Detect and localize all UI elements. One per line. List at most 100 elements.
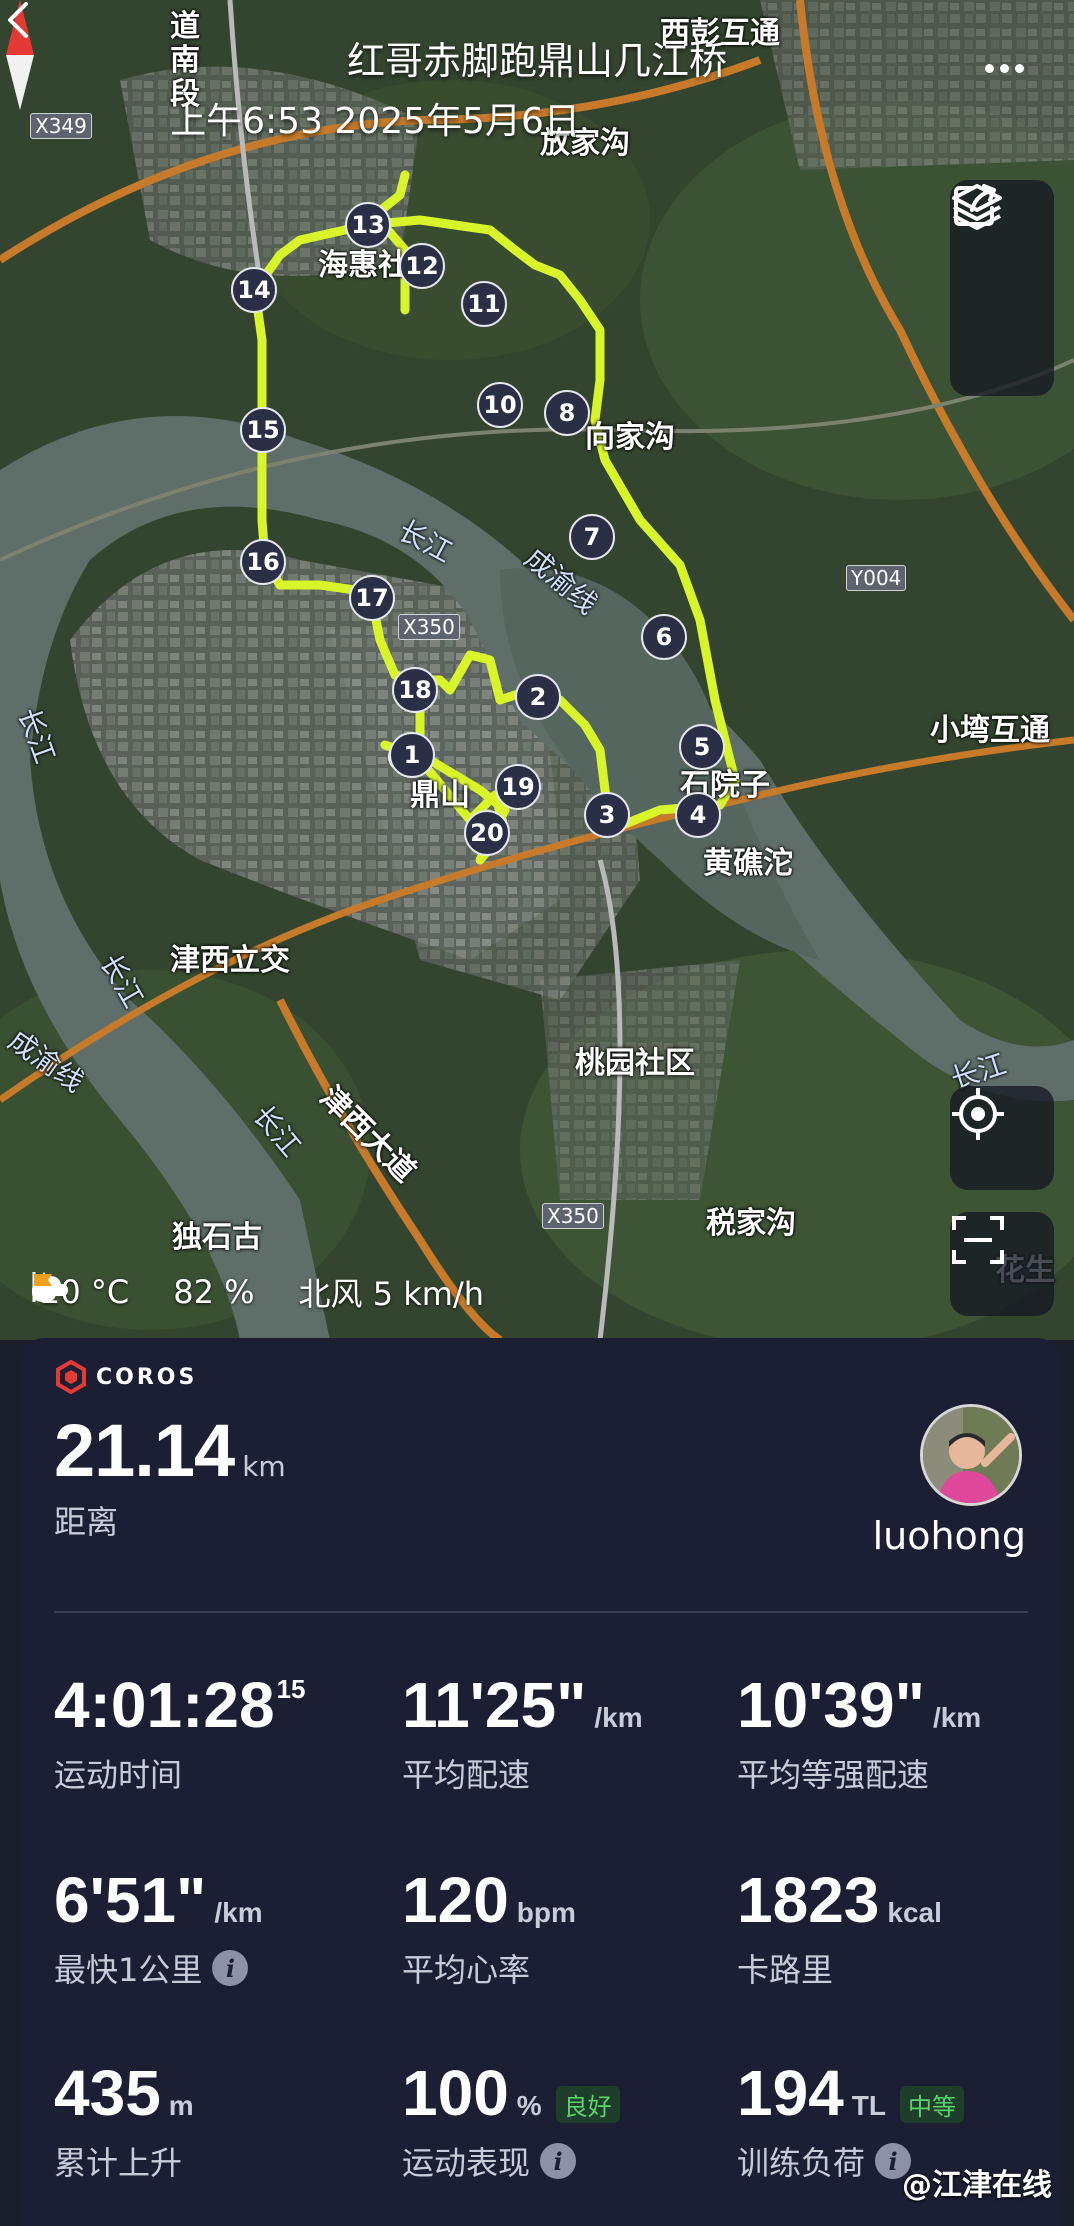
avatar[interactable]	[920, 1404, 1022, 1506]
humidity: 82 %	[173, 1273, 255, 1311]
stat-item: 435 m 累计上升	[54, 2056, 384, 2184]
stat-label: 平均等强配速	[737, 1756, 930, 1794]
waypoint-marker[interactable]: 17	[349, 575, 395, 621]
waypoint-marker[interactable]: 18	[392, 667, 438, 713]
map-label: 小塆互通	[930, 713, 1050, 748]
stat-unit: /km	[932, 1702, 982, 1733]
stat-value-row: 194 TL 中等	[737, 2056, 1067, 2130]
distance-unit: km	[242, 1450, 286, 1483]
stat-value-row: 435 m	[54, 2056, 384, 2130]
locate-button[interactable]	[950, 1086, 1054, 1190]
stat-value: 194	[737, 2057, 844, 2129]
stat-badge: 良好	[555, 2086, 620, 2123]
divider	[54, 1611, 1028, 1613]
stat-unit: kcal	[887, 1897, 942, 1928]
fit-screen-button[interactable]	[950, 1212, 1054, 1316]
wind: 北风 5 km/h	[298, 1275, 485, 1313]
header: 红哥赤脚跑鼎山几江桥 上午6:53 2025年5月6日	[0, 0, 1074, 150]
waypoint-marker[interactable]: 6	[641, 614, 687, 660]
waypoint-marker[interactable]: 11	[461, 281, 507, 327]
info-icon[interactable]: i	[212, 1950, 249, 1986]
road-shield: X350	[542, 1203, 604, 1229]
stat-label: 训练负荷	[737, 2144, 866, 2182]
weather-bar: 20 °C 82 % 北风 5 km/h	[30, 1270, 484, 1314]
waypoint-marker[interactable]: 2	[515, 674, 561, 720]
map-label: 税家沟	[706, 1206, 796, 1241]
map-label: 黄礁沱	[703, 846, 793, 881]
stat-unit: /km	[594, 1702, 643, 1733]
stat-unit: TL	[851, 2090, 886, 2121]
more-icon[interactable]	[985, 58, 1035, 73]
stat-value: 120	[402, 1864, 509, 1936]
waypoint-marker[interactable]: 14	[231, 267, 277, 313]
stat-value-row: 6'51"/km	[54, 1863, 384, 1937]
info-icon[interactable]: i	[540, 2143, 577, 2179]
layers-icon	[952, 184, 1002, 230]
stat-label: 平均配速	[402, 1756, 531, 1794]
waypoint-marker[interactable]: 12	[399, 243, 445, 289]
stat-item: 11'25"/km 平均配速	[402, 1668, 732, 1796]
stat-unit: bpm	[516, 1897, 576, 1928]
waypoint-marker[interactable]: 7	[569, 514, 615, 560]
waypoint-marker[interactable]: 19	[495, 764, 541, 810]
stat-label: 卡路里	[737, 1951, 834, 1989]
brand-name: COROS	[96, 1364, 198, 1390]
map-label: 桃园社区	[575, 1046, 695, 1081]
stat-value-row: 4:01:28 15	[54, 1668, 384, 1742]
stat-unit: %	[516, 2090, 542, 2121]
stat-item[interactable]: 100% 良好 运动表现 i	[402, 2056, 732, 2184]
stat-item[interactable]: 6'51"/km 最快1公里 i	[54, 1863, 384, 1991]
stat-value: 4:01:28	[54, 1669, 275, 1741]
activity-title: 红哥赤脚跑鼎山几江桥	[346, 39, 727, 83]
stat-value-row: 120 bpm	[402, 1863, 732, 1937]
waypoint-marker[interactable]: 5	[679, 724, 725, 770]
waypoint-marker[interactable]: 20	[464, 810, 510, 856]
waypoint-marker[interactable]: 4	[675, 792, 721, 838]
road-shield: Y004	[846, 565, 907, 591]
stat-label: 运动表现	[402, 2144, 531, 2182]
waypoint-marker[interactable]: 10	[477, 382, 523, 428]
stat-label: 最快1公里	[54, 1951, 203, 1989]
stat-item: 1823 kcal 卡路里	[737, 1863, 1067, 1991]
layers-button[interactable]	[950, 184, 1054, 396]
stat-value: 10'39"	[737, 1669, 925, 1741]
stat-label-row: 运动表现 i	[402, 2138, 732, 2184]
waypoint-marker[interactable]: 8	[544, 390, 590, 436]
stat-item: 4:01:28 15 运动时间	[54, 1668, 384, 1796]
locate-icon	[952, 1088, 1004, 1140]
summary-card: COROS 21.14 km 距离 luohong 4:01:28 15 运动时间 11…	[22, 1338, 1060, 2226]
stat-unit: /km	[214, 1897, 263, 1928]
distance-value: 21.14	[54, 1409, 235, 1492]
map-background	[0, 0, 1074, 1340]
activity-datetime: 上午6:53 2025年5月6日	[170, 101, 580, 142]
stat-label-row: 运动时间	[54, 1750, 384, 1796]
waypoint-marker[interactable]: 1	[389, 732, 435, 778]
distance-label: 距离	[54, 1503, 119, 1541]
stat-value: 6'51"	[54, 1864, 207, 1936]
distance: 21.14 km 距离	[54, 1408, 286, 1543]
route-map[interactable]: 海惠社区 向家沟 长江 长江 长江 长江 长江 成渝线 成渝线 石院子 黄礁沱 …	[0, 0, 1074, 1340]
map-label: 津西立交	[170, 943, 290, 978]
stat-value-row: 10'39"/km	[737, 1668, 1067, 1742]
stat-label-row: 累计上升	[54, 2138, 384, 2184]
stat-label-row: 平均等强配速	[737, 1750, 1067, 1796]
stat-item: 10'39"/km 平均等强配速	[737, 1668, 1067, 1796]
map-label: 向家沟	[585, 420, 675, 455]
stat-label-row: 平均心率	[402, 1945, 732, 1991]
waypoint-marker[interactable]: 3	[584, 792, 630, 838]
waypoint-marker[interactable]: 13	[345, 202, 391, 248]
stat-item: 120 bpm 平均心率	[402, 1863, 732, 1991]
road-shield: X350	[398, 614, 460, 640]
stat-value: 435	[54, 2057, 161, 2129]
stat-value: 11'25"	[402, 1669, 587, 1741]
stat-value-row: 1823 kcal	[737, 1863, 1067, 1937]
stat-value: 1823	[737, 1864, 880, 1936]
stat-value: 100	[402, 2057, 509, 2129]
stat-label-row: 最快1公里 i	[54, 1945, 384, 1991]
waypoint-marker[interactable]: 16	[240, 539, 286, 585]
stat-value-row: 11'25"/km	[402, 1668, 732, 1742]
map-label: 独石古	[172, 1220, 262, 1255]
brand: COROS	[54, 1360, 197, 1394]
waypoint-marker[interactable]: 15	[240, 407, 286, 453]
stat-value-hundredths: 15	[276, 1674, 306, 1704]
